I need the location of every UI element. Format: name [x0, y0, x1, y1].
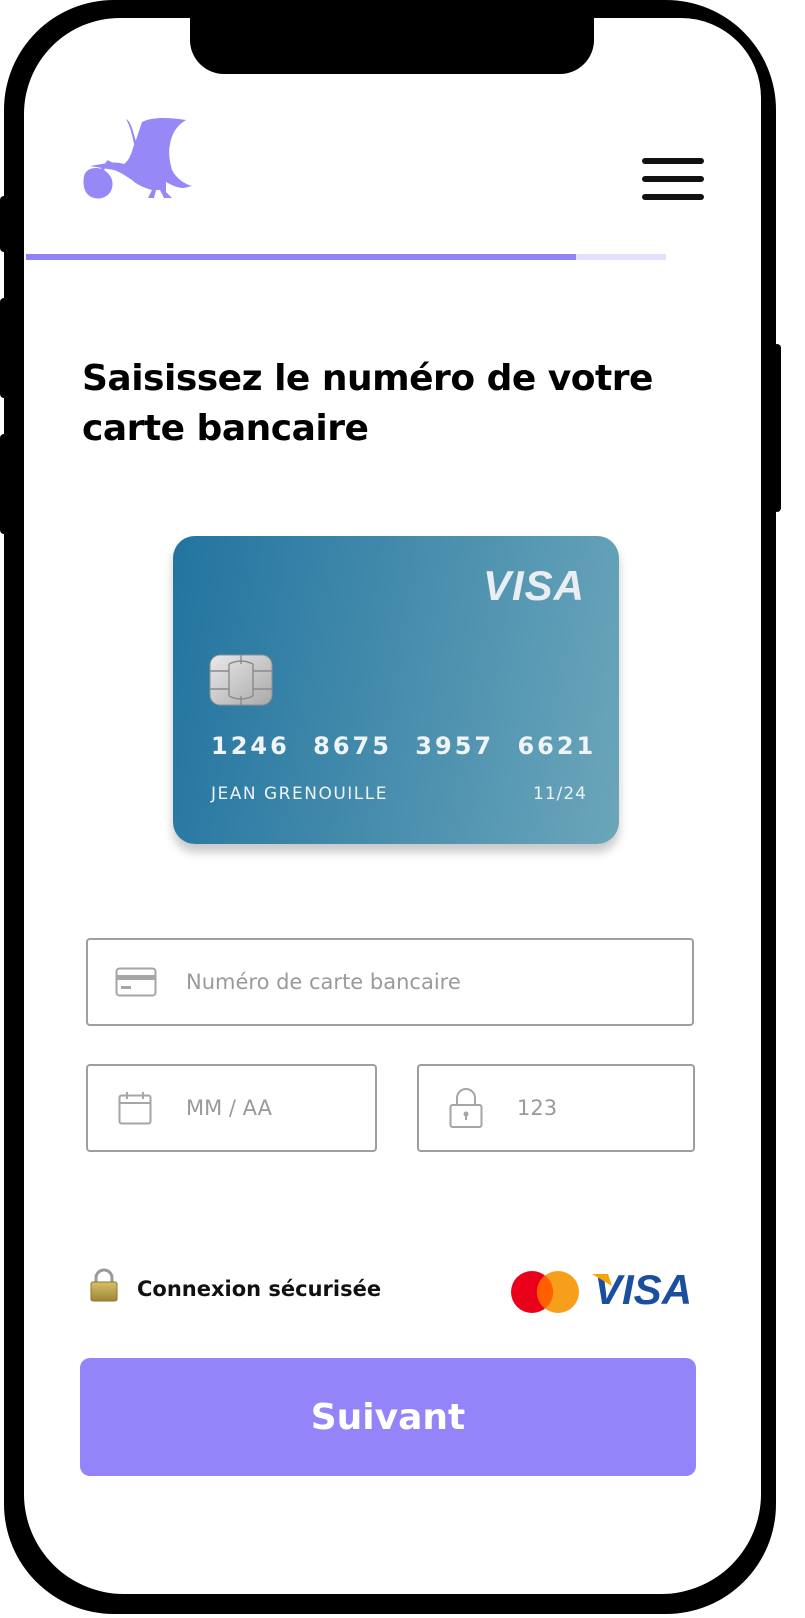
- hamburger-menu-icon[interactable]: [642, 158, 704, 202]
- card-number-field[interactable]: [86, 938, 694, 1026]
- side-button-mute: [0, 196, 8, 252]
- cvc-input[interactable]: [515, 1066, 679, 1150]
- side-button-power: [773, 344, 781, 512]
- card-expiry-date: 11/24: [533, 784, 587, 804]
- phone-screen: Saisissez le numéro de votre carte banca…: [24, 18, 761, 1594]
- padlock-icon: [449, 1088, 483, 1128]
- card-number-display: 1246 8675 3957 6621: [211, 732, 597, 760]
- mastercard-logo: [511, 1271, 579, 1313]
- progress-bar: [26, 254, 666, 260]
- side-button-volume-down: [0, 434, 8, 534]
- card-chip-icon: [209, 654, 273, 706]
- expiry-field[interactable]: [86, 1064, 377, 1152]
- credit-card-icon: [115, 967, 157, 997]
- expiry-input[interactable]: [184, 1066, 368, 1150]
- cvc-field[interactable]: [417, 1064, 695, 1152]
- gold-lock-icon: [90, 1268, 118, 1302]
- card-brand-visa: VISA: [482, 562, 585, 609]
- notch: [190, 18, 594, 74]
- visa-logo: VISA: [592, 1266, 692, 1314]
- side-button-volume-up: [0, 298, 8, 398]
- card-holder-name: JEAN GRENOUILLE: [211, 784, 388, 804]
- visa-logo-accent: [592, 1274, 612, 1286]
- calendar-icon: [118, 1092, 152, 1125]
- secure-connection-label: Connexion sécurisée: [137, 1277, 382, 1301]
- page-title: Saisissez le numéro de votre carte banca…: [82, 358, 653, 449]
- progress-bar-fill: [26, 254, 577, 260]
- stork-carrying-baby-icon: [83, 118, 192, 199]
- card-number-input[interactable]: [184, 940, 678, 1024]
- credit-card-preview: VISA 1246 8675 3957 6621 JEAN GRENOUILLE…: [173, 536, 619, 844]
- next-button[interactable]: Suivant: [80, 1358, 696, 1476]
